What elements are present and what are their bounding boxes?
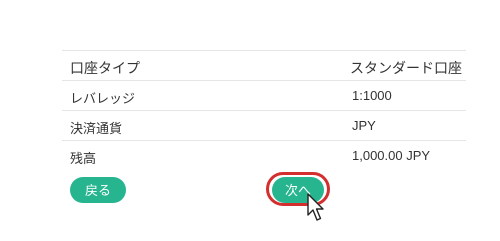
balance-label: 残高 <box>70 151 97 166</box>
account-summary-table: 口座タイプ スタンダード口座 レバレッジ 1:1000 決済通貨 JPY 残高 … <box>62 50 466 170</box>
balance-value: 1,000.00 JPY <box>352 148 431 163</box>
leverage-label: レバレッジ <box>70 91 136 106</box>
account-type-label: 口座タイプ <box>70 60 140 76</box>
currency-label: 決済通貨 <box>70 121 123 136</box>
table-row: 残高 1,000.00 JPY <box>62 140 466 170</box>
currency-value: JPY <box>352 118 376 133</box>
account-type-value: スタンダード口座 <box>350 60 462 76</box>
table-row: 口座タイプ スタンダード口座 <box>62 50 466 80</box>
back-button[interactable]: 戻る <box>70 177 126 203</box>
leverage-value: 1:1000 <box>352 88 392 103</box>
mouse-pointer-icon <box>307 193 324 221</box>
table-row: 決済通貨 JPY <box>62 110 466 140</box>
table-row: レバレッジ 1:1000 <box>62 80 466 110</box>
